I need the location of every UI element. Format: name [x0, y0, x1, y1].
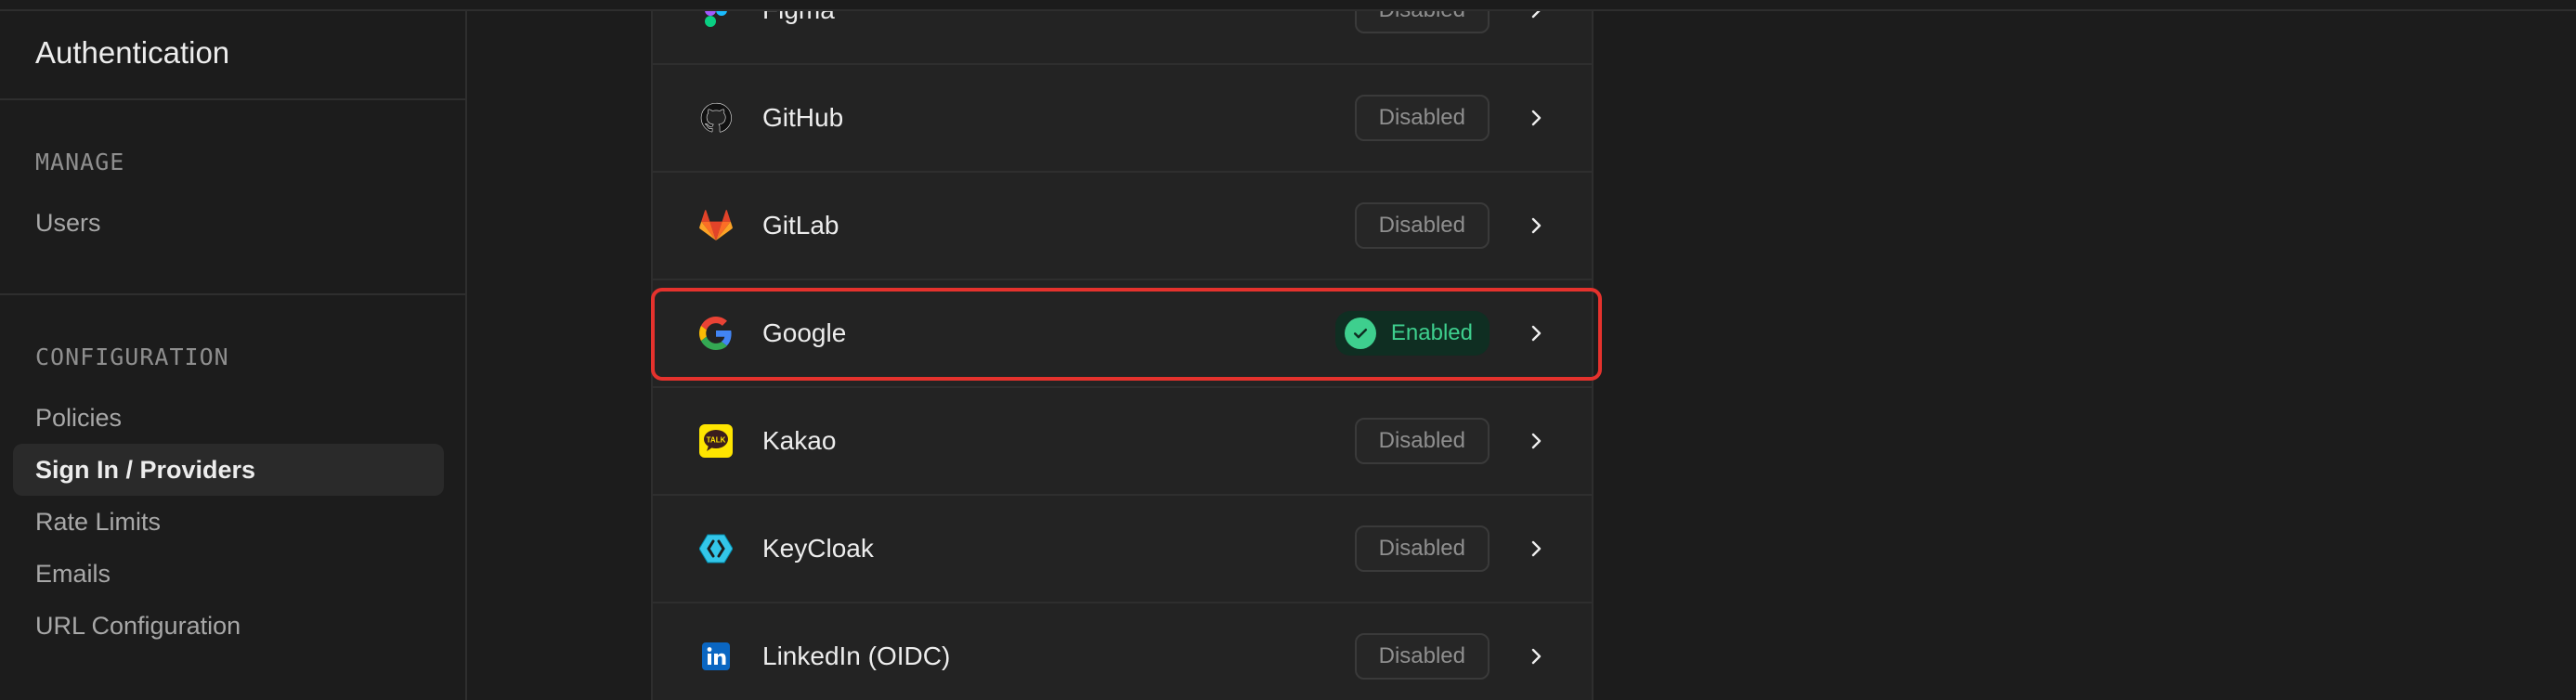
- section-label-manage: MANAGE: [35, 149, 125, 175]
- status-badge: Disabled: [1354, 525, 1490, 572]
- keycloak-icon: [699, 532, 733, 565]
- check-circle-icon: [1344, 318, 1376, 349]
- provider-name: Kakao: [762, 426, 837, 455]
- sidebar-item-users[interactable]: Users: [13, 197, 444, 249]
- provider-row-kakao[interactable]: TALK Kakao Disabled: [653, 388, 1592, 496]
- provider-name: GitHub: [762, 103, 844, 132]
- provider-row-gitlab[interactable]: GitLab Disabled: [653, 173, 1592, 280]
- top-border: [0, 0, 2576, 11]
- sidebar-item-sign-in-providers[interactable]: Sign In / Providers: [13, 444, 444, 496]
- linkedin-icon: [699, 640, 733, 673]
- chevron-right-icon: [1531, 433, 1542, 449]
- sidebar-item-rate-limits[interactable]: Rate Limits: [13, 496, 444, 548]
- chevron-right-icon: [1531, 217, 1542, 234]
- sidebar-divider: [0, 98, 465, 100]
- sidebar-item-url-configuration[interactable]: URL Configuration: [13, 600, 444, 652]
- status-badge: Disabled: [1354, 633, 1490, 680]
- status-badge: Disabled: [1354, 418, 1490, 464]
- chevron-right-icon: [1531, 325, 1542, 342]
- sidebar-item-policies[interactable]: Policies: [13, 392, 444, 444]
- github-icon: [699, 101, 733, 135]
- status-label: Enabled: [1390, 320, 1473, 345]
- section-label-configuration: CONFIGURATION: [35, 344, 229, 370]
- google-icon: [699, 317, 733, 350]
- kakao-icon: TALK: [699, 424, 733, 458]
- sidebar-divider: [0, 293, 465, 295]
- chevron-right-icon: [1531, 110, 1542, 126]
- provider-name: GitLab: [762, 211, 839, 240]
- status-badge: Disabled: [1354, 95, 1490, 141]
- status-badge-enabled: Enabled: [1334, 311, 1490, 356]
- provider-row-linkedin-oidc[interactable]: LinkedIn (OIDC) Disabled: [653, 603, 1592, 700]
- sidebar-title: Authentication: [35, 35, 230, 70]
- status-badge: Disabled: [1354, 202, 1490, 249]
- sidebar: Authentication MANAGE Users CONFIGURATIO…: [0, 0, 467, 700]
- svg-text:TALK: TALK: [707, 436, 726, 445]
- sidebar-item-emails[interactable]: Emails: [13, 548, 444, 600]
- provider-name: Google: [762, 318, 847, 347]
- provider-name: KeyCloak: [762, 534, 874, 563]
- provider-row-github[interactable]: GitHub Disabled: [653, 65, 1592, 173]
- gitlab-icon: [699, 209, 733, 242]
- provider-name: LinkedIn (OIDC): [762, 642, 951, 670]
- provider-row-keycloak[interactable]: KeyCloak Disabled: [653, 496, 1592, 603]
- chevron-right-icon: [1531, 648, 1542, 665]
- chevron-right-icon: [1531, 540, 1542, 557]
- provider-row-google[interactable]: Google Enabled: [653, 280, 1592, 388]
